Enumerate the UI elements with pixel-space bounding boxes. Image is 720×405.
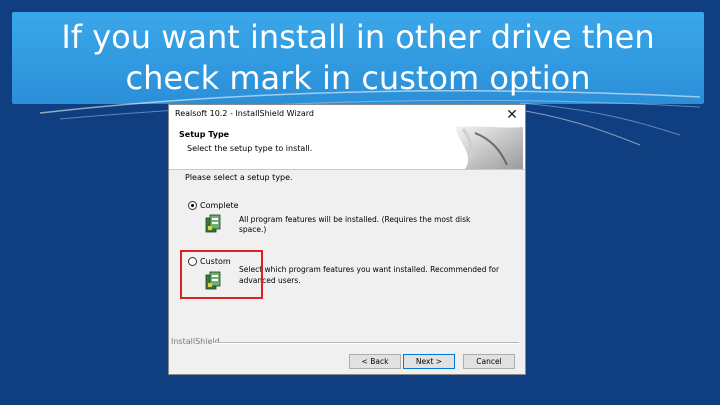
complete-package-icon — [205, 214, 221, 233]
complete-radio[interactable] — [188, 201, 197, 210]
header-title: Setup Type — [179, 130, 230, 139]
window-title: Realsoft 10.2 - InstallShield Wizard — [175, 109, 314, 118]
header-subtitle: Select the setup type to install. — [187, 144, 313, 153]
wizard-header: Setup Type Select the setup type to inst… — [169, 125, 525, 170]
installshield-banner-graphic — [445, 125, 525, 169]
cancel-button[interactable]: Cancel — [463, 354, 515, 369]
installshield-wizard-window: Realsoft 10.2 - InstallShield Wizard ✕ S… — [168, 104, 526, 375]
complete-label[interactable]: Complete — [200, 201, 239, 210]
custom-description-line-1: Select which program features you want i… — [239, 265, 500, 274]
complete-description: All program features will be installed. … — [239, 215, 471, 234]
window-titlebar[interactable]: Realsoft 10.2 - InstallShield Wizard ✕ — [169, 105, 525, 126]
close-icon[interactable]: ✕ — [503, 106, 521, 124]
slide-title-line-2: check mark in custom option — [125, 59, 591, 97]
footer-divider — [213, 342, 519, 344]
setup-type-prompt: Please select a setup type. — [185, 173, 293, 182]
slide-title: If you want install in other drive then … — [12, 12, 704, 104]
slide-title-line-1: If you want install in other drive then — [61, 18, 655, 56]
custom-option-highlight — [180, 250, 263, 299]
next-button[interactable]: Next > — [403, 354, 455, 369]
back-button[interactable]: < Back — [349, 354, 401, 369]
custom-description-line-2: advanced users. — [239, 276, 301, 285]
